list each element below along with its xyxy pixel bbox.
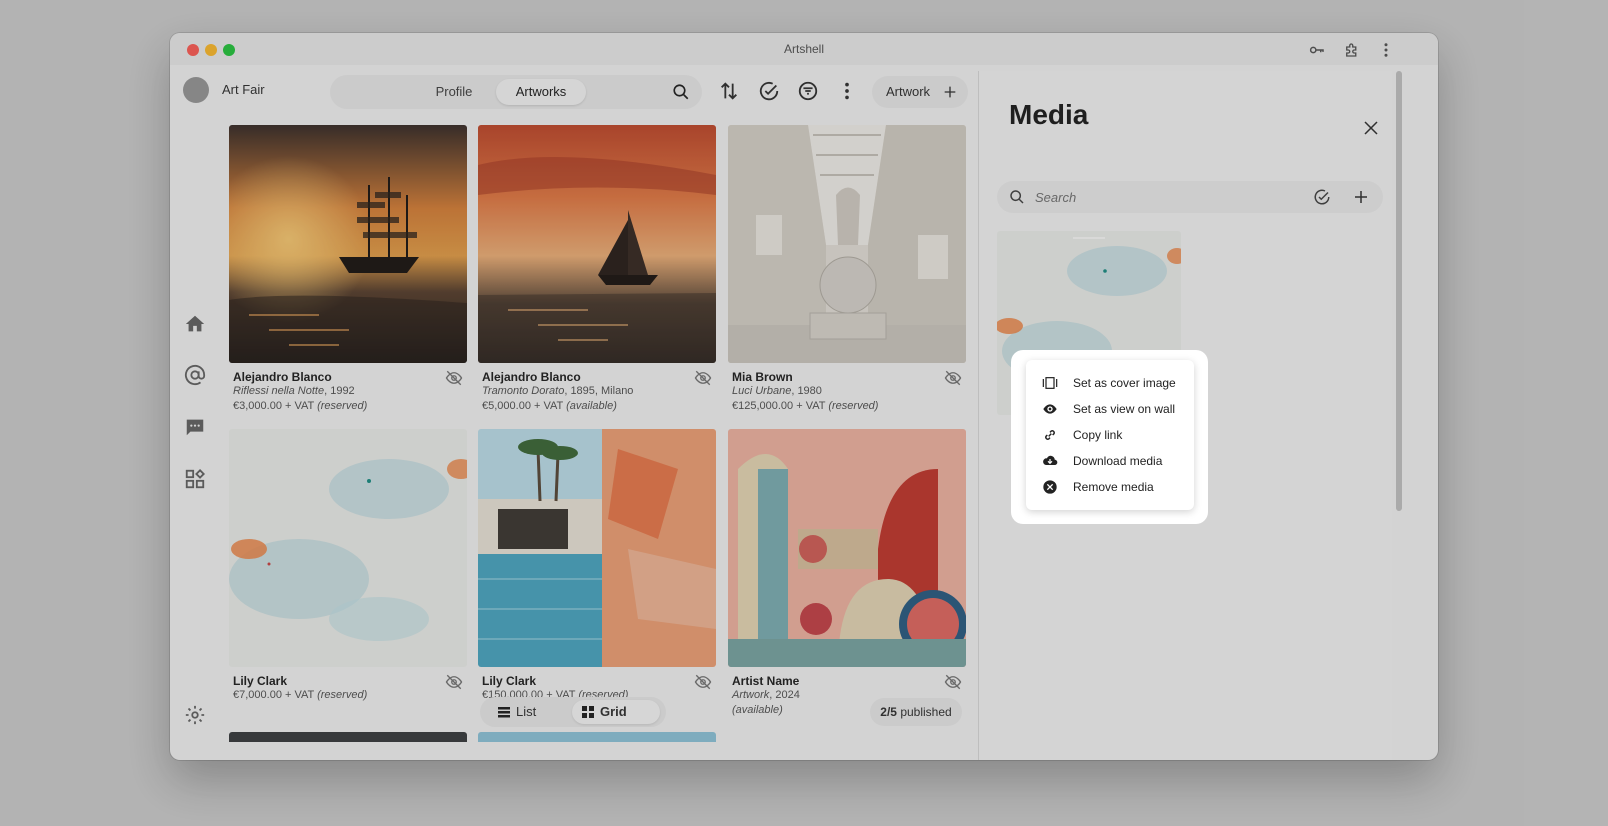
- cover-image-icon: [1042, 377, 1058, 389]
- menu-item-label: Copy link: [1073, 428, 1123, 442]
- link-icon: [1045, 430, 1055, 440]
- cloud-download-icon: [1043, 455, 1058, 465]
- eye-icon: [1043, 404, 1057, 414]
- menu-item-label: Download media: [1073, 454, 1163, 468]
- menu-item-set-cover[interactable]: Set as cover image: [1026, 370, 1194, 396]
- menu-item-copy-link[interactable]: Copy link: [1026, 422, 1194, 448]
- close-circle-icon: [1043, 480, 1057, 494]
- menu-item-remove[interactable]: Remove media: [1026, 474, 1194, 500]
- menu-item-view-on-wall[interactable]: Set as view on wall: [1026, 396, 1194, 422]
- menu-item-label: Remove media: [1073, 480, 1154, 494]
- menu-item-download[interactable]: Download media: [1026, 448, 1194, 474]
- modal-overlay[interactable]: [0, 0, 1608, 826]
- context-menu: Set as cover image Set as view on wall C…: [1026, 360, 1194, 510]
- menu-item-label: Set as cover image: [1073, 376, 1176, 390]
- menu-item-label: Set as view on wall: [1073, 402, 1176, 416]
- context-menu-highlight: Set as cover image Set as view on wall C…: [1011, 350, 1208, 524]
